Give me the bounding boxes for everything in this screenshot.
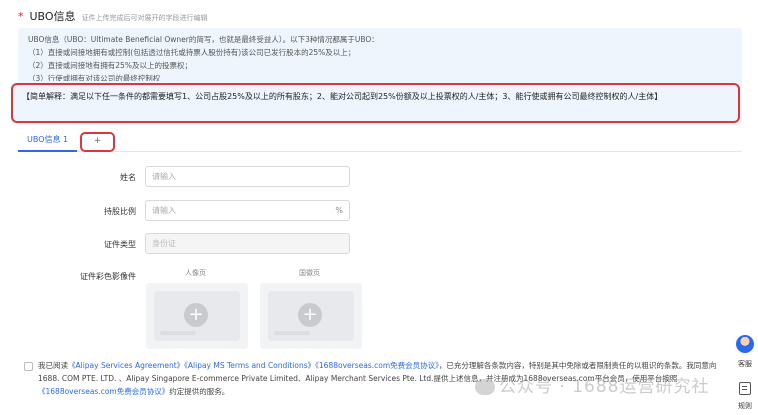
percent-suffix: % [335, 206, 343, 215]
id-type-label: 证件类型 [104, 240, 136, 249]
back-caption: 国徽页 [299, 269, 320, 277]
link-member-agreement-2[interactable]: 《1688overseas.com免费会员协议》 [38, 387, 169, 396]
simple-explanation-highlight: 【简单解释：满足以下任一条件的都需要填写1、公司占股25%及以上的所有股东；2、… [11, 83, 740, 123]
upload-back[interactable]: + [260, 283, 362, 349]
name-placeholder: 请输入 [152, 172, 176, 181]
share-ratio-input[interactable]: 请输入 % [145, 200, 350, 221]
placeholder-line [274, 331, 310, 335]
wechat-logo-icon [475, 379, 495, 395]
watermark-text: 公众号 · 1688运营研究社 [499, 377, 710, 397]
ubo-info-box: UBO信息（UBO：Ultimate Beneficial Owner的简写，也… [11, 28, 742, 125]
rules-icon [739, 382, 751, 395]
link-alipay-services[interactable]: 《Alipay Services Agreement》 [68, 361, 184, 370]
section-title: UBO信息 [29, 10, 76, 23]
service-label: 客服 [738, 360, 752, 368]
section-subtitle: 证件上传完成后可对展开的字段进行编辑 [81, 14, 208, 22]
share-ratio-placeholder: 请输入 [152, 206, 176, 215]
rules-button[interactable]: 规则 [735, 380, 755, 411]
link-alipay-ms-terms[interactable]: 《Alipay MS Terms and Conditions》 [184, 361, 315, 370]
add-ubo-tab-button[interactable]: + [80, 132, 115, 152]
id-type-value: 身份证 [152, 239, 176, 248]
watermark: 公众号 · 1688运营研究社 [475, 372, 709, 397]
name-label: 姓名 [120, 173, 136, 182]
upload-plus-icon: + [184, 303, 208, 327]
ubo-tabs: UBO信息 1 + [18, 130, 742, 152]
customer-service-icon [736, 335, 754, 353]
info-line-2: （1）直接或间接地拥有或控制(包括透过信托或持票人股份持有)该公司已发行股本的2… [28, 48, 356, 57]
info-line-3: （2）直接或间接地有拥有25%及以上的投票权； [28, 61, 192, 70]
agreement-checkbox[interactable] [24, 362, 33, 371]
section-header: * UBO信息 证件上传完成后可对展开的字段进行编辑 [18, 8, 208, 24]
required-mark: * [18, 10, 24, 23]
share-ratio-label: 持股比例 [104, 207, 136, 216]
customer-service-button[interactable]: 客服 [734, 335, 756, 369]
agreement-pre: 我已阅读 [38, 361, 68, 370]
placeholder-line [160, 331, 196, 335]
id-photo-label: 证件彩色影像件 [80, 272, 136, 281]
upload-front[interactable]: + [146, 283, 248, 349]
agreement-post: 约定提供的服务。 [169, 387, 230, 396]
link-member-agreement[interactable]: 《1688overseas.com免费会员协议》 [315, 361, 439, 370]
upload-plus-icon: + [298, 303, 322, 327]
name-input[interactable]: 请输入 [145, 166, 350, 187]
tab-ubo-1[interactable]: UBO信息 1 [18, 130, 78, 152]
rules-label: 规则 [738, 402, 752, 410]
info-line-1: UBO信息（UBO：Ultimate Beneficial Owner的简写，也… [28, 35, 379, 44]
id-type-select[interactable]: 身份证 [145, 233, 350, 254]
info-line-4: （3）行使或拥有对该公司的最终控制权 [28, 74, 161, 81]
front-caption: 人像页 [185, 269, 206, 277]
